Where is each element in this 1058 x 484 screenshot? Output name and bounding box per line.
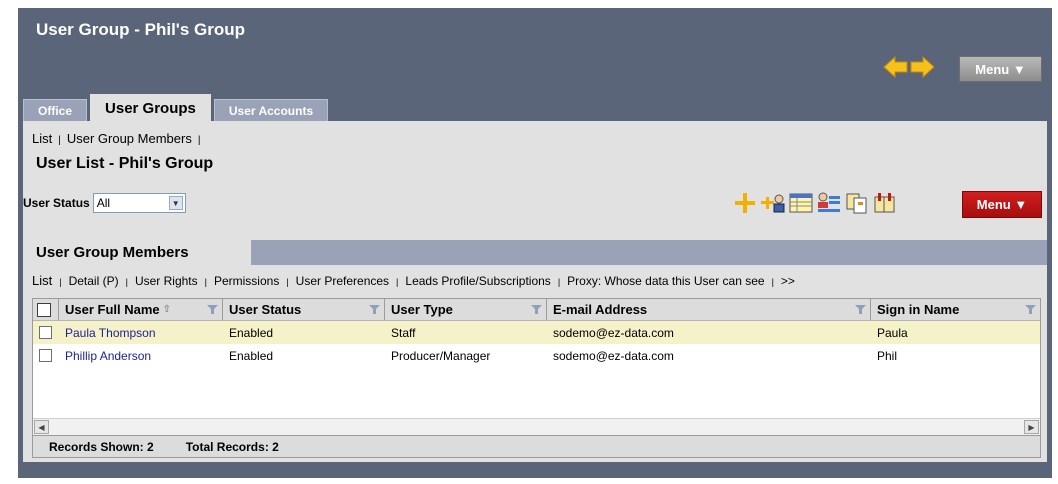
tab-office[interactable]: Office — [23, 99, 88, 121]
right-arrow-icon[interactable] — [910, 55, 935, 79]
section-tab-bar: User Group Members — [23, 240, 1047, 265]
user-status-filter: User Status All ▼ — [23, 193, 186, 213]
sort-ascending-icon[interactable]: ⇧ — [163, 304, 171, 315]
user-type-cell: Producer/Manager — [391, 348, 491, 363]
breadcrumb-current[interactable]: User Group Members — [67, 131, 192, 146]
view-link-leads-profile[interactable]: Leads Profile/Subscriptions — [405, 274, 550, 288]
breadcrumb-separator: | — [197, 135, 201, 146]
email-cell: sodemo@ez-data.com — [553, 325, 674, 340]
email-cell: sodemo@ez-data.com — [553, 348, 674, 363]
sign-in-name-cell: Phil — [877, 348, 898, 363]
copy-icon[interactable] — [843, 189, 871, 217]
row-checkbox-cell — [33, 326, 59, 339]
sign-in-name-cell: Paula — [877, 325, 908, 340]
filter-icon[interactable] — [1025, 304, 1036, 315]
column-label: User Type — [391, 302, 453, 317]
breadcrumb-list-link[interactable]: List — [32, 131, 52, 146]
user-status-select[interactable]: All ▼ — [92, 193, 186, 213]
total-records: Total Records: 2 — [185, 439, 279, 454]
records-shown: Records Shown: 2 — [49, 439, 154, 454]
tab-user-accounts[interactable]: User Accounts — [213, 99, 329, 121]
toolbar — [731, 189, 899, 217]
tab-user-groups[interactable]: User Groups — [90, 94, 211, 121]
column-header-sign-in-name[interactable]: Sign in Name — [871, 299, 1040, 320]
view-link-detail[interactable]: Detail (P) — [69, 274, 119, 288]
user-full-name-link[interactable]: Phillip Anderson — [59, 349, 223, 363]
add-icon[interactable] — [731, 189, 759, 217]
view-link-separator: | — [59, 277, 62, 287]
view-link-permissions[interactable]: Permissions — [214, 274, 279, 288]
table-row[interactable]: Phillip Anderson Enabled Producer/Manage… — [33, 344, 1040, 367]
user-status-cell: Enabled — [229, 325, 274, 340]
view-link-separator: | — [557, 277, 561, 287]
view-link-separator: | — [286, 277, 289, 287]
column-header-email[interactable]: E-mail Address — [547, 299, 871, 320]
window-frame: User Group - Phil's Group Menu ▼ Office … — [18, 8, 1052, 478]
user-type-cell: Staff — [391, 325, 416, 340]
left-arrow-icon[interactable] — [883, 55, 908, 79]
top-menu-button[interactable]: Menu ▼ — [959, 56, 1042, 82]
grid-header: User Full Name ⇧ User Status User Type E… — [33, 299, 1040, 321]
table-row[interactable]: Paula Thompson Enabled Staff sodemo@ez-d… — [33, 321, 1040, 344]
move-icon[interactable] — [871, 189, 899, 217]
section-title: User Group Members — [23, 240, 251, 265]
column-label: User Full Name — [65, 302, 160, 317]
breadcrumb-separator: | — [58, 135, 61, 146]
content-panel: List | User Group Members | User List - Phi… — [23, 121, 1047, 462]
scroll-right-icon[interactable]: ▶ — [1024, 420, 1039, 434]
filter-icon[interactable] — [207, 304, 218, 315]
user-status-label: User Status — [23, 196, 90, 210]
column-label: Sign in Name — [877, 302, 960, 317]
user-status-cell: Enabled — [229, 348, 274, 363]
grid-footer: Records Shown: 2 Total Records: 2 — [32, 436, 1041, 458]
row-checkbox[interactable] — [39, 326, 52, 339]
user-full-name-link[interactable]: Paula Thompson — [59, 326, 223, 340]
scroll-left-icon[interactable]: ◀ — [34, 420, 49, 434]
view-link-proxy[interactable]: Proxy: Whose data this User can see — [567, 274, 764, 288]
view-link-separator: | — [771, 277, 774, 287]
view-link-list[interactable]: List — [32, 273, 52, 288]
view-link-user-preferences[interactable]: User Preferences — [296, 274, 389, 288]
column-header-user-status[interactable]: User Status — [223, 299, 385, 320]
select-all-checkbox[interactable] — [37, 302, 51, 317]
actions-menu-button[interactable]: Menu ▼ — [962, 191, 1042, 218]
view-link-separator: | — [125, 277, 128, 287]
select-all-cell — [33, 299, 59, 320]
view-link-more[interactable]: >> — [781, 274, 795, 288]
view-link-separator: | — [204, 277, 207, 287]
page-title: User Group - Phil's Group — [36, 20, 246, 39]
filter-icon[interactable] — [369, 304, 380, 315]
user-status-value: All — [96, 196, 111, 210]
filter-icon[interactable] — [531, 304, 542, 315]
column-header-user-type[interactable]: User Type — [385, 299, 547, 320]
add-user-icon[interactable] — [759, 189, 787, 217]
tab-bar: Office User Groups User Accounts — [23, 94, 331, 121]
horizontal-scrollbar[interactable]: ◀ ▶ — [33, 418, 1040, 435]
column-header-full-name[interactable]: User Full Name ⇧ — [59, 299, 223, 320]
row-checkbox[interactable] — [39, 349, 52, 362]
chevron-down-icon[interactable]: ▼ — [168, 196, 183, 210]
view-links: List | Detail (P) | User Rights | Permissions |… — [32, 273, 795, 288]
members-grid: User Full Name ⇧ User Status User Type E… — [32, 298, 1041, 436]
column-label: E-mail Address — [553, 302, 648, 317]
nav-arrows — [883, 54, 935, 80]
list-view-icon[interactable] — [787, 189, 815, 217]
filter-icon[interactable] — [855, 304, 866, 315]
list-title: User List - Phil's Group — [36, 155, 214, 172]
row-checkbox-cell — [33, 349, 59, 362]
view-link-user-rights[interactable]: User Rights — [135, 274, 198, 288]
view-link-separator: | — [396, 277, 399, 287]
column-label: User Status — [229, 302, 302, 317]
user-list-icon[interactable] — [815, 189, 843, 217]
breadcrumb: List | User Group Members | — [32, 131, 206, 146]
